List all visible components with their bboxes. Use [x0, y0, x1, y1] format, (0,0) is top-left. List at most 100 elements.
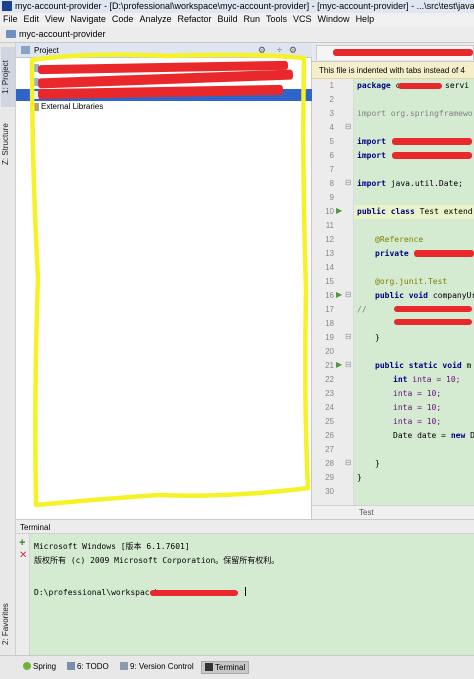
redaction-mark: [392, 152, 472, 159]
code-line: inta = 10;: [393, 389, 442, 398]
tree-item-external-libraries[interactable]: External Libraries: [16, 101, 312, 113]
line-number: 27: [325, 445, 334, 454]
menu-window[interactable]: Window: [315, 13, 353, 26]
tab-favorites[interactable]: 2: Favorites: [1, 593, 15, 655]
editor-gutter: 1 2 3 4 5 6 7 8 9 10 11 12 13 14 15 16 1…: [312, 79, 354, 505]
tab-terminal[interactable]: Terminal: [201, 661, 250, 674]
editor-tab[interactable]: [316, 45, 474, 60]
fold-icon[interactable]: ⊟: [345, 122, 352, 131]
collapse-icon[interactable]: ÷: [277, 45, 282, 55]
line-number: 9: [329, 193, 334, 202]
version-control-icon: [120, 662, 128, 670]
line-number: 4: [329, 123, 334, 132]
close-session-icon[interactable]: ✕: [19, 550, 27, 561]
line-number: 22: [325, 375, 334, 384]
editor-breadcrumb: Test: [312, 505, 474, 519]
add-session-icon[interactable]: +: [19, 537, 25, 549]
redaction-mark: [398, 83, 442, 89]
redaction-mark: [394, 306, 472, 312]
line-number: 23: [325, 389, 334, 398]
terminal-toolbar: + ✕: [16, 534, 30, 655]
project-panel-title[interactable]: Project: [34, 46, 59, 55]
code-editor[interactable]: package comservi import org.springframew…: [354, 79, 474, 505]
terminal-title: Terminal: [20, 523, 51, 532]
code-line: import: [357, 151, 386, 160]
line-number: 8: [329, 179, 334, 188]
menu-build[interactable]: Build: [214, 13, 240, 26]
line-number: 13: [325, 249, 334, 258]
menu-vcs[interactable]: VCS: [290, 13, 315, 26]
run-gutter-icon[interactable]: ▶: [336, 360, 342, 369]
line-number: 12: [325, 235, 334, 244]
code-keyword: import: [357, 179, 386, 188]
menu-file[interactable]: File: [0, 13, 21, 26]
breadcrumb-project[interactable]: myc-account-provider: [19, 29, 106, 39]
redaction-mark: [394, 319, 472, 325]
fold-icon[interactable]: ⊟: [345, 360, 352, 369]
tab-structure[interactable]: Z: Structure: [1, 109, 15, 179]
menu-refactor[interactable]: Refactor: [174, 13, 214, 26]
line-number: 14: [325, 263, 334, 272]
code-keyword: public void: [375, 291, 428, 300]
code-line: }: [375, 333, 380, 342]
redaction-mark: [150, 590, 238, 596]
menu-analyze[interactable]: Analyze: [136, 13, 174, 26]
run-gutter-icon[interactable]: ▶: [336, 206, 342, 215]
menu-edit[interactable]: Edit: [21, 13, 43, 26]
app-icon: [2, 1, 12, 11]
line-number: 17: [325, 305, 334, 314]
tab-version-control[interactable]: 9: Version Control: [117, 661, 197, 672]
code-text: m: [466, 361, 472, 370]
code-line: }: [375, 459, 380, 468]
line-number: 29: [325, 473, 334, 482]
menu-bar: File Edit View Navigate Code Analyze Refactor B…: [0, 13, 474, 26]
tab-spring[interactable]: Spring: [20, 661, 59, 672]
menu-tools[interactable]: Tools: [263, 13, 290, 26]
tab-project[interactable]: 1: Project: [1, 47, 15, 107]
tool-window-bar: Spring 6: TODO 9: Version Control Termin…: [0, 655, 474, 679]
code-comment: //: [357, 305, 367, 314]
line-number: 1: [329, 81, 334, 90]
line-number: 7: [329, 165, 334, 174]
code-text: servi: [445, 81, 470, 90]
code-keyword: public class: [357, 207, 415, 216]
line-number: 15: [325, 277, 334, 286]
line-number: 26: [325, 431, 334, 440]
menu-run[interactable]: Run: [241, 13, 264, 26]
line-number: 18: [325, 319, 334, 328]
window-title: myc-account-provider - [D:\professional\…: [15, 1, 474, 11]
fold-icon[interactable]: ⊟: [345, 458, 352, 467]
line-number: 19: [325, 333, 334, 342]
code-keyword: package: [357, 81, 391, 90]
line-number: 25: [325, 417, 334, 426]
code-line: import: [357, 137, 386, 146]
fold-icon[interactable]: ⊟: [345, 178, 352, 187]
code-text: Da: [470, 431, 474, 440]
folder-icon: [6, 30, 16, 38]
library-icon: [30, 103, 39, 111]
tab-todo[interactable]: 6: TODO: [64, 661, 112, 672]
fold-icon[interactable]: ⊟: [345, 290, 352, 299]
project-panel-header: Project ⚙ ÷ ⚙: [16, 43, 312, 58]
run-gutter-icon[interactable]: ▶: [336, 290, 342, 299]
menu-view[interactable]: View: [42, 13, 67, 26]
menu-code[interactable]: Code: [109, 13, 137, 26]
menu-help[interactable]: Help: [353, 13, 378, 26]
line-number: 20: [325, 347, 334, 356]
fold-icon[interactable]: ⊟: [345, 332, 352, 341]
terminal-line: Microsoft Windows [版本 6.1.7601]: [34, 542, 190, 551]
line-number: 3: [329, 109, 334, 118]
code-annotation: @Reference: [375, 235, 424, 244]
line-number: 16: [325, 291, 334, 300]
menu-navigate[interactable]: Navigate: [67, 13, 109, 26]
breadcrumb-class[interactable]: Test: [359, 508, 374, 517]
gear-icon[interactable]: ⚙: [258, 45, 266, 56]
terminal-cursor: [245, 587, 247, 596]
code-keyword: new: [450, 431, 466, 440]
terminal-output[interactable]: Microsoft Windows [版本 6.1.7601] 版权所有 (c)…: [30, 534, 474, 655]
code-text: inta = 10;: [412, 375, 461, 384]
settings-icon[interactable]: ⚙: [289, 45, 297, 56]
line-number: 6: [329, 151, 334, 160]
code-line: }: [357, 473, 362, 482]
terminal-line: 版权所有 (c) 2009 Microsoft Corporation。保留所有…: [34, 556, 280, 565]
